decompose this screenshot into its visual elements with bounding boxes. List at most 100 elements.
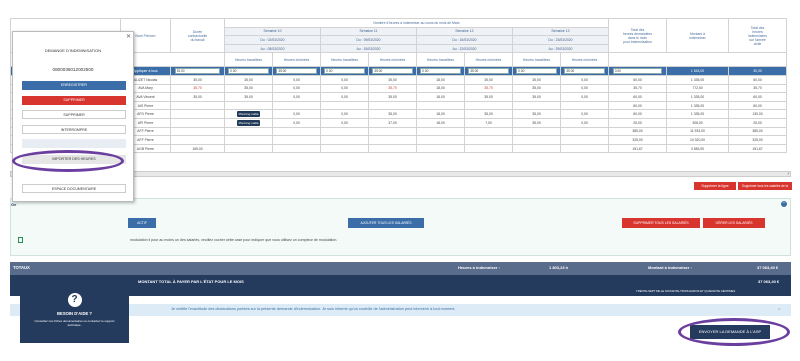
- hours-cell[interactable]: [272, 66, 321, 76]
- hours-cell: 37,00: [368, 117, 417, 128]
- annual-cell: 60,00: [728, 74, 787, 85]
- amount-cell: 1 543,00: [666, 66, 729, 76]
- planning-button[interactable]: Planning mafia: [236, 111, 261, 118]
- duration-cell: 169,00: [170, 143, 225, 154]
- collapse-icon[interactable]: −: [781, 201, 787, 207]
- hours-cell: 0,00: [560, 83, 609, 94]
- total-payment-label: MONTANT TOTAL À PAYER PAR L'ÉTAT POUR LE…: [138, 279, 244, 284]
- annual-cell: 325,00: [728, 135, 787, 145]
- hours-cell[interactable]: [560, 66, 609, 76]
- col-main-header: Nombre d'heures à indemniser au cours du…: [224, 18, 609, 28]
- hours-cell: [464, 100, 513, 111]
- save-button[interactable]: ENREGISTRER: [22, 81, 126, 90]
- hours-cell[interactable]: [368, 66, 417, 76]
- hours-cell: 18,00: [415, 109, 466, 119]
- interrupt-button[interactable]: INTERROMPRE: [22, 125, 126, 134]
- modulation-checkbox[interactable]: [18, 237, 23, 243]
- total-cell: 35,70: [608, 83, 667, 94]
- amount-cell: 1 335,00: [666, 100, 729, 111]
- hours-cell[interactable]: [464, 66, 513, 76]
- annual-cell: 151,67: [728, 143, 787, 154]
- total-cell: 385,00: [608, 126, 667, 137]
- week-du: Du : 09/03/2020: [319, 35, 417, 45]
- total-payment-words: TRENTE-SEPT MILLE SOIXANTE-TROIS EUROS E…: [636, 289, 736, 293]
- hours-input[interactable]: [420, 68, 461, 75]
- delete-button[interactable]: SUPPRIMER: [22, 96, 126, 105]
- planning-button[interactable]: Planning mafia: [236, 119, 261, 126]
- sub-idle: Heures chômées: [368, 52, 417, 68]
- document-space-button[interactable]: ESPACE DOCUMENTAIRE: [22, 184, 126, 193]
- add-all-employees-button[interactable]: AJOUTER TOUS LES SALARIÉS: [348, 218, 424, 228]
- manage-employees-button[interactable]: GÉRER LES SALARIÉS: [703, 218, 765, 228]
- delete-line-button[interactable]: Supprimer la ligne: [694, 182, 736, 190]
- hours-cell[interactable]: [319, 66, 370, 76]
- annual-cell: 25,00: [728, 117, 787, 128]
- hours-cell: [368, 126, 417, 137]
- actif-button[interactable]: ACTIF: [128, 218, 156, 228]
- hours-cell: 0,00: [319, 74, 370, 85]
- menu-close-icon[interactable]: ✕: [126, 33, 131, 40]
- amount-cell: 1 335,00: [666, 92, 729, 102]
- hours-cell: 35,00: [368, 92, 417, 102]
- hours-cell: [511, 135, 562, 145]
- hours-cell: [415, 143, 466, 154]
- hours-input[interactable]: [516, 68, 557, 75]
- total-cell: 60,00: [608, 109, 667, 119]
- hours-cell: 18,00: [415, 117, 466, 128]
- hours-cell: 35,70: [368, 83, 417, 94]
- hours-cell: 35,70: [464, 83, 513, 94]
- delete-all-page-button[interactable]: Supprimer tous les salariés de la page: [738, 182, 792, 196]
- hours-input[interactable]: [276, 68, 317, 75]
- hours-cell: [319, 126, 370, 137]
- indemnisation-menu: ✕ DEMANDE D'INDEMNISATION 08000360120025…: [12, 31, 134, 202]
- col-duree: Durée contractuelle du travail: [170, 17, 225, 54]
- hours-cell: 7,00: [464, 117, 513, 128]
- totals-label: TOTAUX: [13, 265, 30, 270]
- hours-cell: [319, 143, 370, 154]
- highlight-circle: [678, 318, 790, 346]
- duration-input[interactable]: [174, 68, 221, 75]
- hours-cell: 0,00: [560, 74, 609, 85]
- hours-input[interactable]: [324, 68, 365, 75]
- week-au: Au : 29/03/2020: [511, 43, 610, 54]
- hours-cell[interactable]: Planning mafia: [223, 117, 274, 128]
- delete-secondary-button[interactable]: SUPPRIMER: [22, 110, 126, 119]
- hours-cell: 35,00: [511, 92, 562, 102]
- hours-cell: 0,00: [319, 117, 370, 128]
- amount-cell: 1 335,00: [666, 74, 729, 85]
- hours-cell: [223, 100, 274, 111]
- duration-cell: [170, 100, 225, 111]
- week-label: Semaine 13: [511, 26, 610, 37]
- week-du: Du : 16/03/2020: [415, 35, 513, 45]
- duration-cell: 35,00: [170, 74, 225, 85]
- hours-input[interactable]: [564, 68, 605, 75]
- amount-cell: 772,00: [666, 83, 729, 94]
- menu-title: DEMANDE D'INDEMNISATION: [44, 48, 102, 53]
- total-cell[interactable]: [608, 66, 667, 76]
- hours-cell: 35,00: [464, 74, 513, 85]
- scroll-right-icon[interactable]: ›: [787, 171, 789, 177]
- hours-cell: [272, 126, 321, 137]
- hours-cell[interactable]: Planning mafia: [223, 109, 274, 119]
- hours-cell: 0,00: [272, 117, 321, 128]
- hours-cell[interactable]: [511, 66, 562, 76]
- hours-cell: [560, 143, 609, 154]
- week-label: Semaine 11: [319, 26, 417, 37]
- duration-cell[interactable]: [170, 66, 225, 76]
- hours-input[interactable]: [228, 68, 269, 75]
- hours-cell: [223, 143, 274, 154]
- hours-cell: [511, 143, 562, 154]
- total-input[interactable]: [612, 68, 663, 75]
- hours-input[interactable]: [468, 68, 509, 75]
- duration-cell: 35,70: [170, 83, 225, 94]
- hours-cell[interactable]: [415, 66, 466, 76]
- menu-item-hidden[interactable]: [22, 139, 126, 148]
- hours-cell[interactable]: [223, 66, 274, 76]
- help-card[interactable]: ? BESOIN D'AIDE ? Consultez nos fiches d…: [20, 287, 129, 343]
- hours-input[interactable]: [372, 68, 413, 75]
- delete-all-employees-button[interactable]: SUPPRIMER TOUS LES SALARIÉS: [622, 218, 700, 228]
- hours-cell: [560, 135, 609, 145]
- hours-cell: 35,00: [223, 74, 274, 85]
- hours-cell: [415, 126, 466, 137]
- amount-cell: 308,00: [666, 117, 729, 128]
